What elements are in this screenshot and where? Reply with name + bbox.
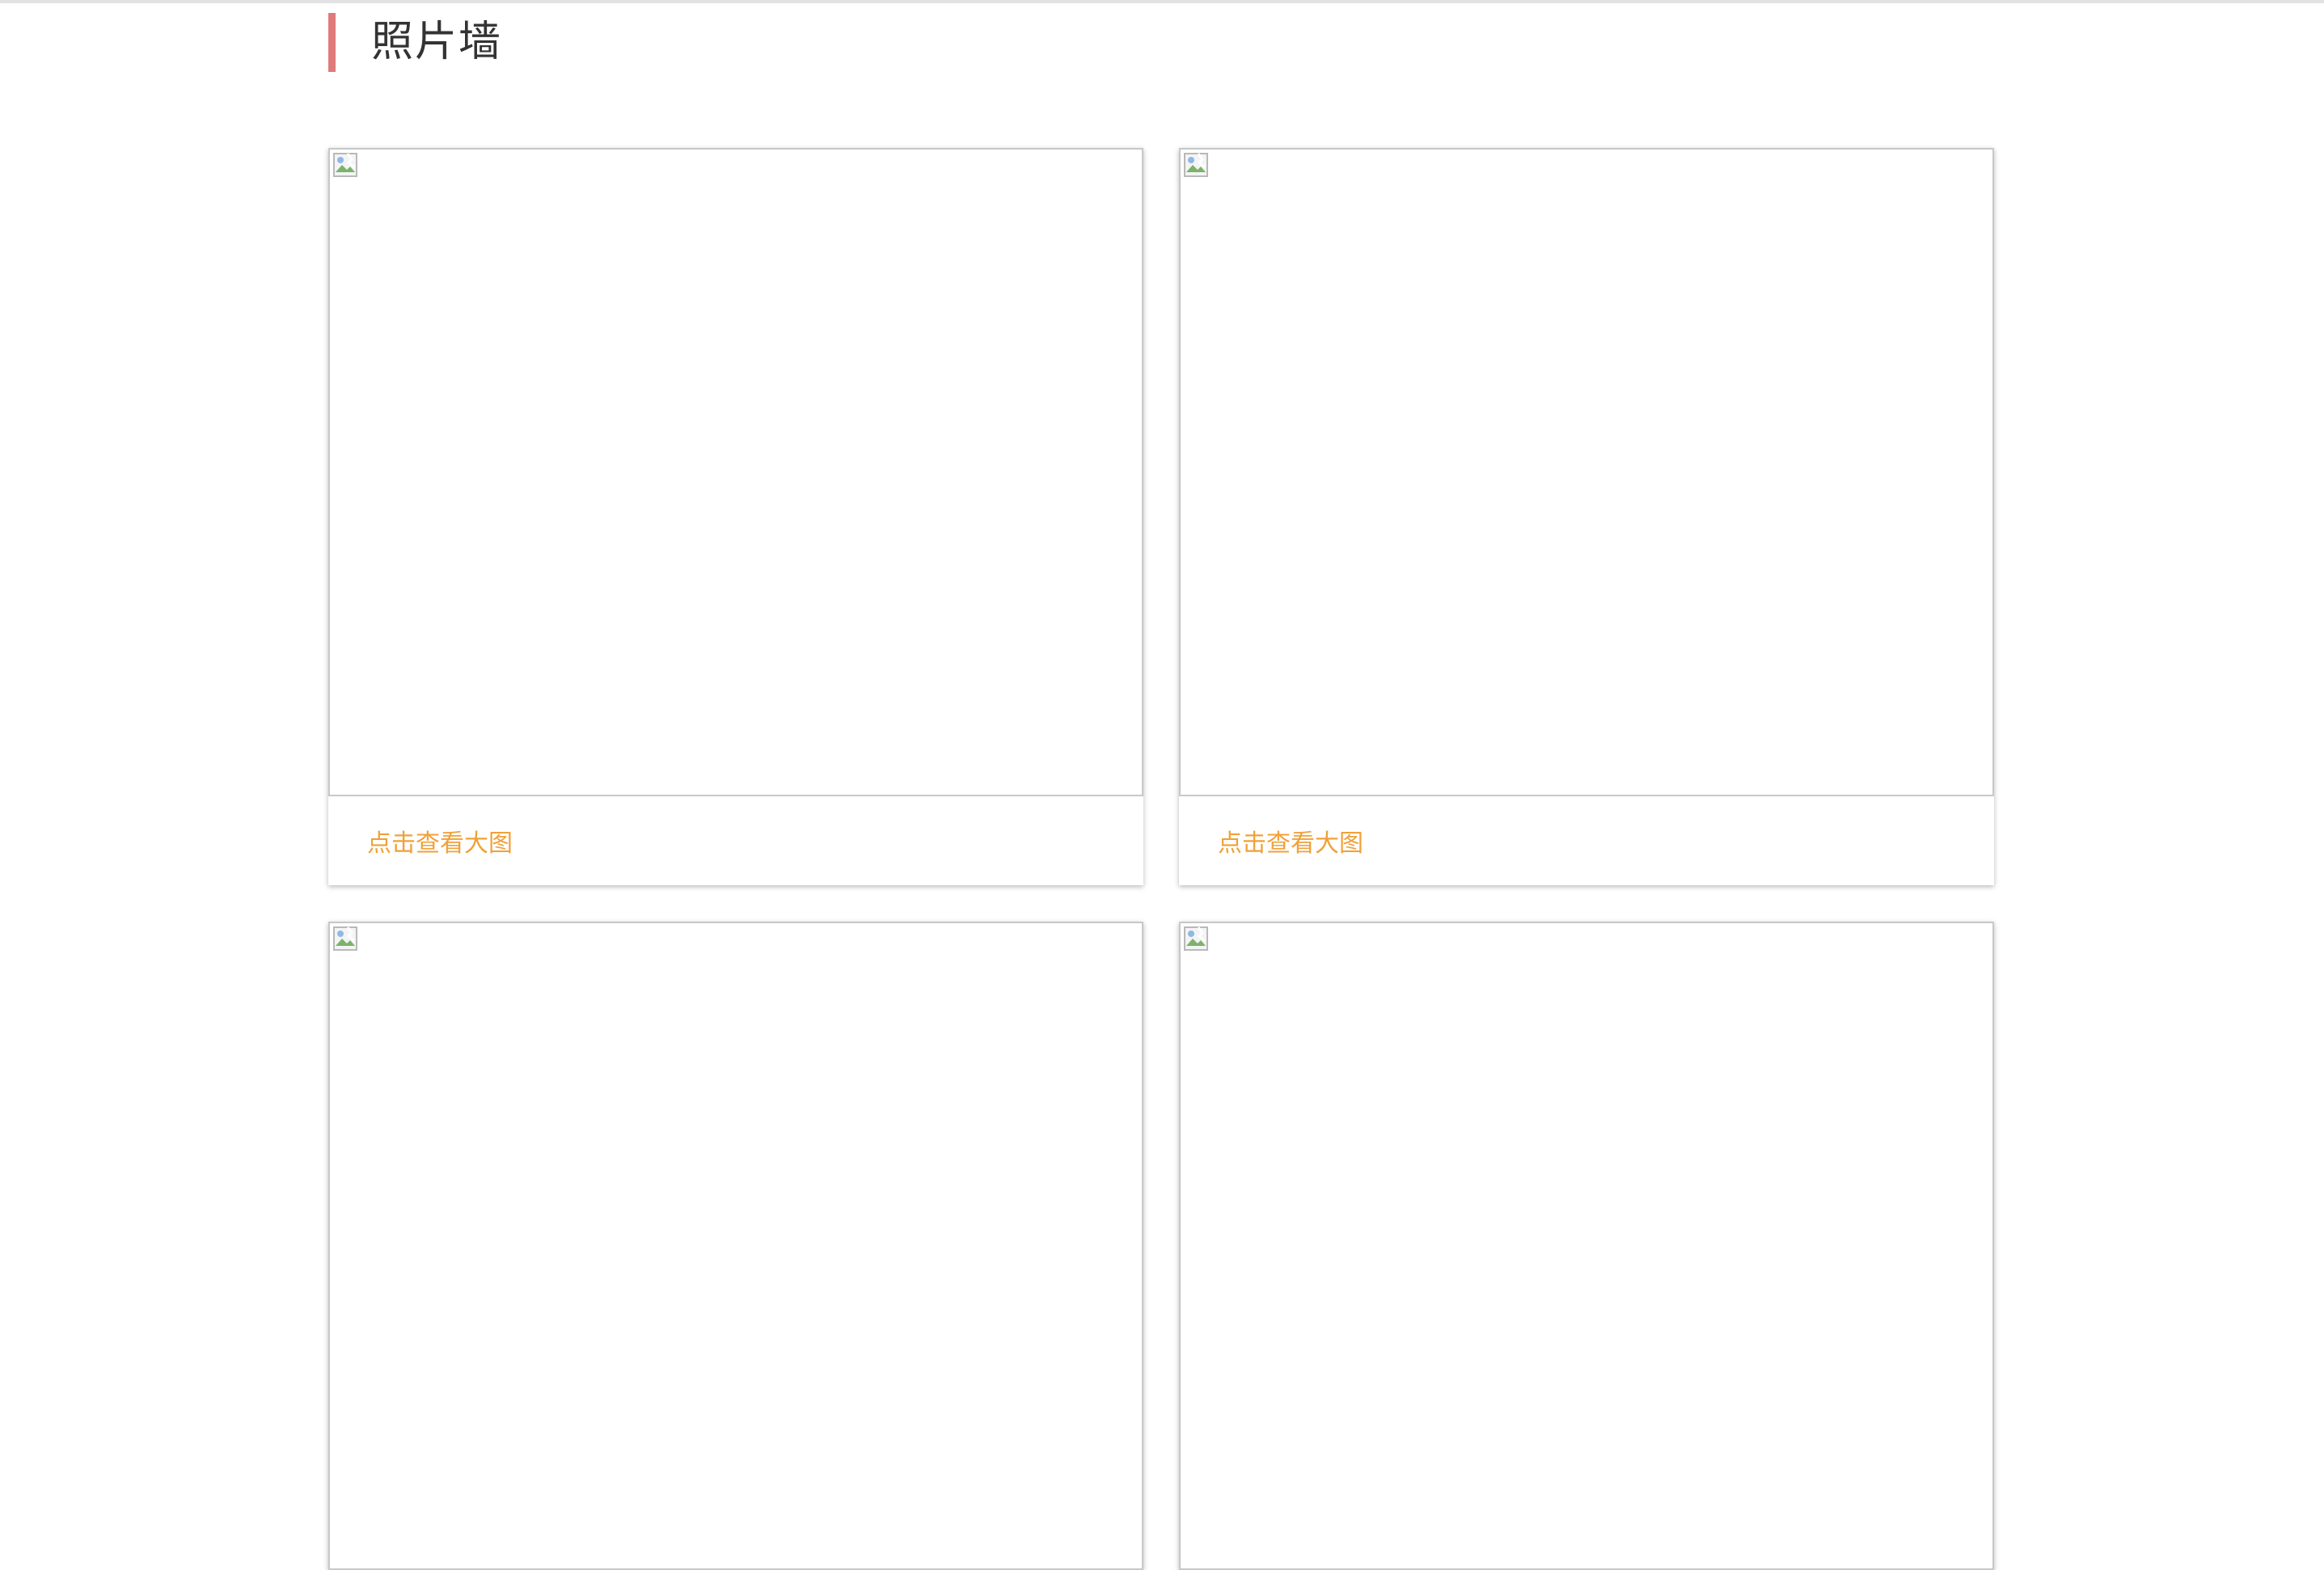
view-large-image-link[interactable]: 点击查看大图 [1179, 796, 1994, 885]
photo-card: 点击查看大图 [1179, 148, 1994, 885]
photo-image[interactable] [1179, 148, 1994, 796]
page-title: 照片墙 [371, 18, 503, 66]
title-accent-bar [328, 13, 336, 72]
broken-image-icon [1184, 926, 1208, 951]
section-header: 照片墙 [328, 13, 502, 72]
broken-image-icon [1184, 153, 1208, 177]
photo-card [328, 922, 1143, 1570]
broken-image-icon [333, 926, 357, 951]
photo-card [1179, 922, 1994, 1570]
top-divider [0, 0, 2324, 3]
photo-image[interactable] [328, 148, 1143, 796]
photo-card: 点击查看大图 [328, 148, 1143, 885]
broken-image-icon [333, 153, 357, 177]
photo-image[interactable] [1179, 922, 1994, 1570]
view-large-image-link[interactable]: 点击查看大图 [328, 796, 1143, 885]
photo-image[interactable] [328, 922, 1143, 1570]
